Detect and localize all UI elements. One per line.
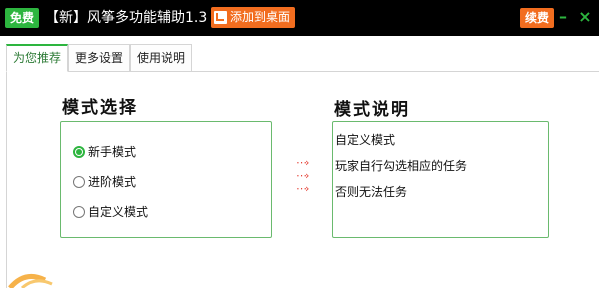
radio-label: 自定义模式	[88, 205, 149, 219]
free-badge: 免费	[5, 8, 40, 28]
radio-unchecked-icon	[73, 175, 85, 188]
arrow-icon: ⋯›	[296, 182, 309, 195]
tab-bar: 为您推荐 更多设置 使用说明	[6, 44, 599, 72]
add-to-desktop-label: 添加到桌面	[230, 10, 291, 24]
radio-label: 进阶模式	[88, 175, 137, 189]
tab-instructions[interactable]: 使用说明	[130, 44, 193, 71]
tab-recommend[interactable]: 为您推荐	[6, 44, 69, 72]
desc-line: 玩家自行勾选相应的任务	[335, 159, 468, 173]
radio-novice-mode[interactable]: 新手模式	[73, 143, 136, 160]
add-to-desktop-button[interactable]: 添加到桌面	[211, 7, 296, 28]
renew-button[interactable]: 续费	[520, 8, 555, 28]
add-shortcut-icon	[214, 11, 227, 24]
radio-custom-mode[interactable]: 自定义模式	[73, 203, 148, 220]
desc-line: 否则无法任务	[335, 185, 408, 199]
radio-checked-icon	[73, 145, 85, 158]
tab-more-settings[interactable]: 更多设置	[68, 44, 131, 71]
radio-label: 新手模式	[88, 145, 137, 159]
minimize-button[interactable]: –	[555, 8, 571, 26]
mode-select-box: 新手模式 进阶模式 自定义模式	[60, 121, 272, 238]
title-bar: 免费 【新】风筝多功能辅助1.3 添加到桌面 续费 – ×	[0, 0, 599, 36]
kite-logo-icon	[8, 273, 53, 288]
app-title: 【新】风筝多功能辅助1.3	[45, 10, 208, 26]
desc-line: 自定义模式	[335, 133, 396, 147]
mode-desc-box: 自定义模式 玩家自行勾选相应的任务 否则无法任务	[332, 121, 549, 238]
mode-desc-heading: 模式说明	[334, 100, 410, 120]
arrow-icon: ⋯›	[296, 169, 309, 182]
radio-unchecked-icon	[73, 205, 85, 218]
mode-select-heading: 模式选择	[62, 98, 138, 118]
arrow-icon: ⋯›	[296, 156, 309, 169]
radio-advanced-mode[interactable]: 进阶模式	[73, 173, 136, 190]
close-button[interactable]: ×	[577, 8, 593, 26]
